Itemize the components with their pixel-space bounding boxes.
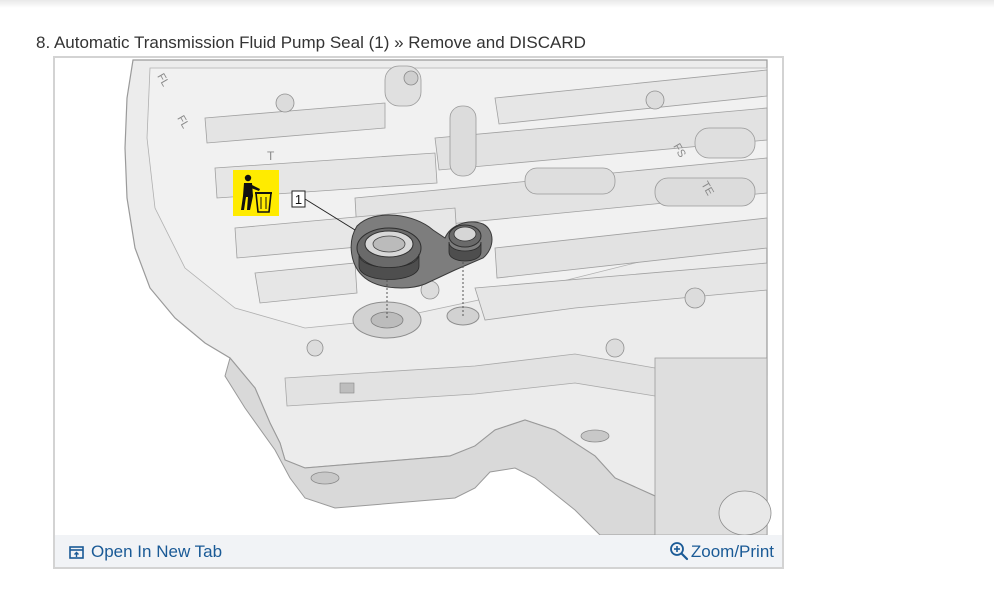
zoom-print-button[interactable]: Zoom/Print xyxy=(669,541,774,562)
valve-body-casting: FL FL T FS TE xyxy=(124,59,772,535)
trash-discard-icon xyxy=(233,170,279,216)
valve-body-drawing: FL FL T FS TE 1 xyxy=(124,59,772,535)
open-in-new-tab-label: Open In New Tab xyxy=(91,542,223,561)
svg-text:T: T xyxy=(267,149,275,163)
callout-number: 1 xyxy=(295,192,302,207)
zoom-magnifier-icon xyxy=(669,541,691,561)
open-new-tab-icon xyxy=(69,545,91,559)
figure-frame: FL FL T FS TE 1 Open In New Tab Zoom/Pri… xyxy=(53,56,784,569)
top-shadow xyxy=(0,0,994,8)
step-title: 8. Automatic Transmission Fluid Pump Sea… xyxy=(36,33,586,52)
figure-toolbar: Open In New Tab Zoom/Print xyxy=(55,535,782,567)
zoom-print-label: Zoom/Print xyxy=(690,542,774,561)
valve-body-illustration[interactable]: FL FL T FS TE 1 xyxy=(55,58,782,535)
open-in-new-tab-button[interactable]: Open In New Tab xyxy=(69,542,222,562)
